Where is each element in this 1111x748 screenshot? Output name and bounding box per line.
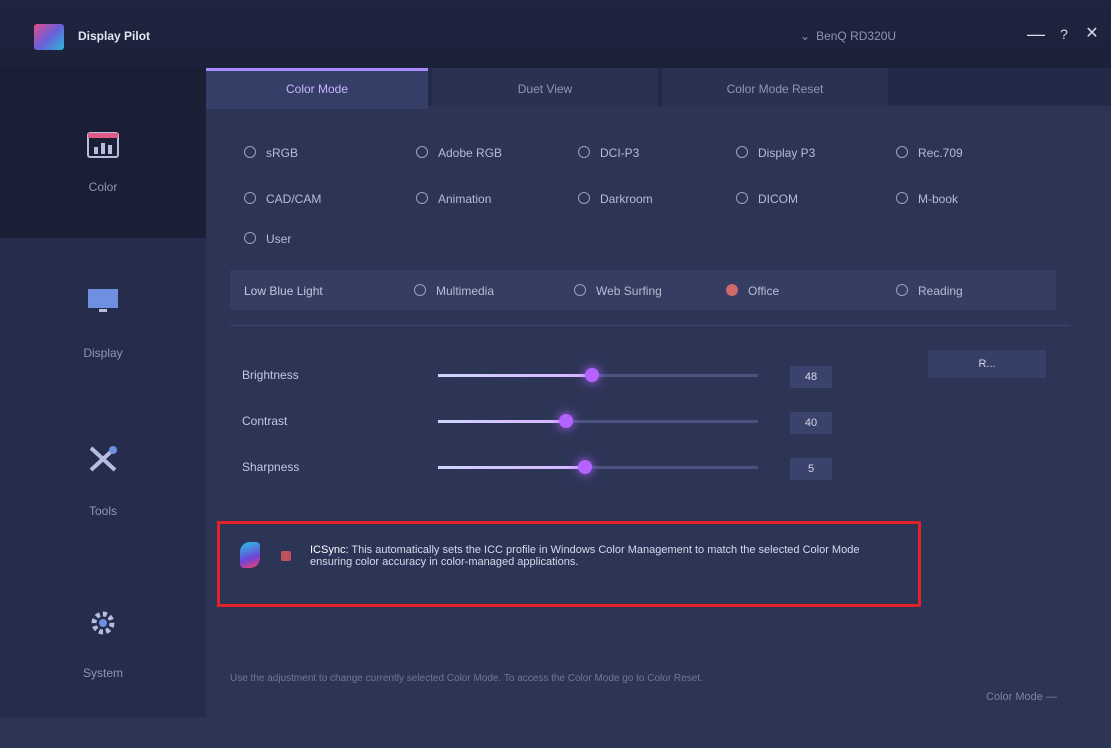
icc-sync-highlight-box: ICSync: This automatically sets the ICC … (217, 521, 921, 607)
radio-label: Display P3 (758, 146, 816, 160)
color-mode-link[interactable]: Color Mode — (986, 691, 1057, 703)
icc-sync-description: ICSync: This automatically sets the ICC … (310, 544, 870, 568)
radio-label: Multimedia (436, 284, 495, 298)
radio-color-mode[interactable]: DICOM (736, 192, 798, 206)
slider-fill (438, 374, 592, 377)
gear-icon (91, 611, 115, 635)
radio-color-mode[interactable]: Display P3 (736, 146, 815, 160)
radio-label: Office (748, 284, 780, 298)
radio-color-mode[interactable]: M-book (896, 192, 958, 206)
slider-fill (438, 466, 585, 469)
radio-color-mode[interactable]: User (244, 232, 291, 246)
tools-icon (89, 446, 117, 472)
radio-low-blue-light-selected[interactable]: Office (726, 284, 779, 298)
radio-color-mode[interactable]: DCI-P3 (578, 146, 639, 160)
radio-label: DCI-P3 (600, 146, 640, 160)
radio-dot (896, 284, 908, 296)
radio-color-mode[interactable]: Rec.709 (896, 146, 963, 160)
radio-dot (414, 284, 426, 296)
radio-label: Web Surfing (596, 284, 662, 298)
radio-dot (736, 146, 748, 158)
section-divider (230, 325, 1070, 326)
radio-label: M-book (918, 192, 959, 206)
sidebar-item-color[interactable]: Color (0, 68, 206, 238)
radio-color-mode[interactable]: Adobe RGB (416, 146, 502, 160)
radio-dot (578, 192, 590, 204)
sidebar-item-tools[interactable]: Tools (0, 408, 206, 578)
icc-sync-text: This automatically sets the ICC profile … (310, 544, 860, 568)
sidebar-item-system[interactable]: System (0, 578, 206, 748)
slider-knob[interactable] (559, 414, 573, 428)
monitor-name: BenQ RD320U (816, 29, 897, 43)
sidebar-item-label: Color (88, 180, 118, 194)
radio-low-blue-light[interactable]: Reading (896, 284, 963, 298)
reset-button[interactable]: R... (928, 350, 1046, 378)
tab-color-mode-reset[interactable]: Color Mode Reset (662, 68, 888, 106)
radio-label: DICOM (758, 192, 798, 206)
radio-dot (416, 146, 428, 158)
low-blue-light-row: Low Blue Light Multimedia Web Surfing Of… (230, 270, 1056, 310)
slider-fill (438, 420, 566, 423)
icc-sync-brand: ICSync: (310, 544, 349, 556)
radio-color-mode[interactable]: CAD/CAM (244, 192, 321, 206)
contrast-slider[interactable] (438, 414, 758, 428)
color-chart-icon (87, 132, 119, 158)
sidebar-item-label: Tools (88, 504, 117, 518)
icc-sync-logo-icon (240, 542, 260, 568)
radio-dot (416, 192, 428, 204)
tab-bar: Color Mode Duet View Color Mode Reset (206, 68, 1111, 109)
radio-dot (726, 284, 738, 296)
radio-dot (578, 146, 590, 158)
radio-dot (244, 232, 256, 244)
radio-label: Rec.709 (918, 146, 963, 160)
radio-dot (896, 146, 908, 158)
radio-label: Adobe RGB (438, 146, 503, 160)
icc-sync-checkbox[interactable] (281, 551, 291, 561)
radio-label: Darkroom (600, 192, 653, 206)
app-logo-icon (34, 24, 64, 50)
low-blue-light-title: Low Blue Light (244, 284, 323, 298)
monitor-selector[interactable]: ⌄ BenQ RD320U (800, 29, 896, 43)
sidebar-item-label: Display (83, 346, 123, 360)
contrast-value[interactable]: 40 (790, 412, 832, 434)
radio-label: sRGB (266, 146, 299, 160)
radio-low-blue-light[interactable]: Web Surfing (574, 284, 662, 298)
radio-dot (574, 284, 586, 296)
tab-duet-view[interactable]: Duet View (432, 68, 658, 106)
minimize-button[interactable]: — (1024, 22, 1048, 46)
radio-color-mode[interactable]: Animation (416, 192, 491, 206)
radio-dot (896, 192, 908, 204)
contrast-label: Contrast (242, 414, 288, 428)
sidebar-item-label: System (82, 666, 123, 680)
chevron-down-icon: ⌄ (800, 29, 811, 43)
title-bar: Display Pilot ⌄ BenQ RD320U — ? ✕ (0, 0, 1111, 68)
tab-color-mode[interactable]: Color Mode (206, 68, 428, 109)
radio-dot (244, 192, 256, 204)
radio-label: User (266, 232, 292, 246)
close-button[interactable]: ✕ (1080, 22, 1104, 46)
brightness-slider[interactable] (438, 368, 758, 382)
sidebar: Color Display Tools System (0, 68, 206, 717)
radio-label: Reading (918, 284, 963, 298)
slider-knob[interactable] (585, 368, 599, 382)
sidebar-item-display[interactable]: Display (0, 238, 206, 408)
radio-label: CAD/CAM (266, 192, 322, 206)
sharpness-label: Sharpness (242, 460, 300, 474)
slider-knob[interactable] (578, 460, 592, 474)
footer-note: Use the adjustment to change currently s… (230, 673, 703, 684)
help-button[interactable]: ? (1052, 22, 1076, 46)
app-title: Display Pilot (78, 29, 151, 43)
radio-label: Animation (438, 192, 492, 206)
sharpness-slider[interactable] (438, 460, 758, 474)
brightness-label: Brightness (242, 368, 299, 382)
radio-color-mode[interactable]: Darkroom (578, 192, 653, 206)
radio-dot (244, 146, 256, 158)
radio-low-blue-light[interactable]: Multimedia (414, 284, 494, 298)
radio-color-mode[interactable]: sRGB (244, 146, 298, 160)
radio-dot (736, 192, 748, 204)
monitor-icon (88, 289, 118, 312)
sharpness-value[interactable]: 5 (790, 458, 832, 480)
brightness-value[interactable]: 48 (790, 366, 832, 388)
